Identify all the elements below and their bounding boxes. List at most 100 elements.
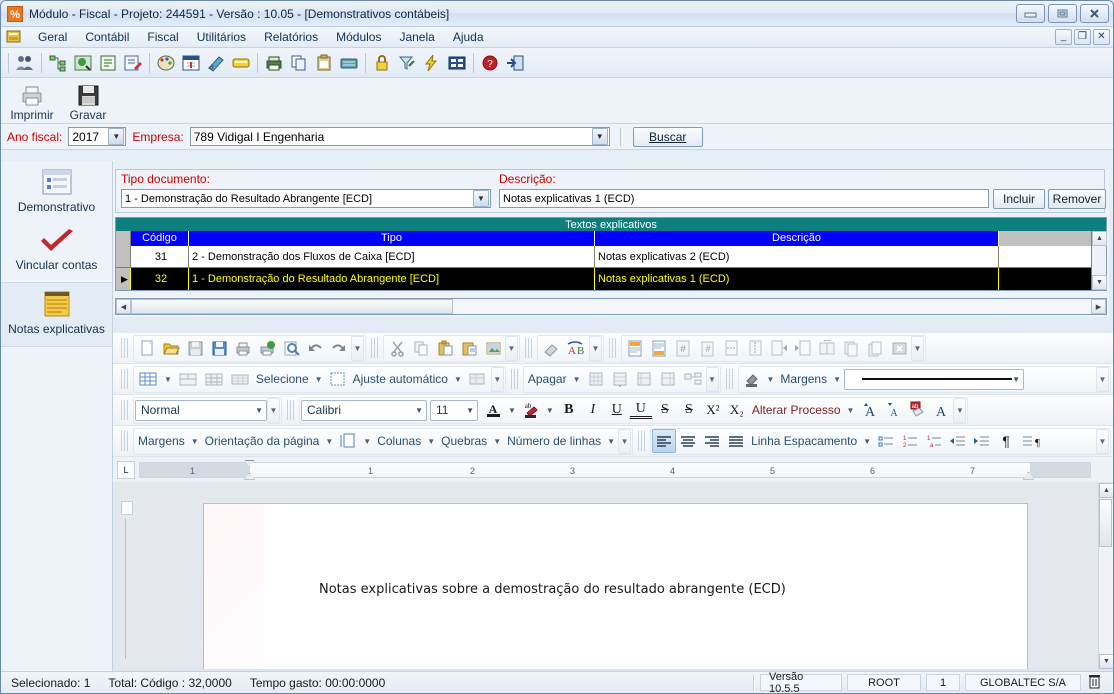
go-to-header-icon[interactable] (839, 336, 863, 360)
shading-icon[interactable] (740, 367, 764, 391)
split-table-icon[interactable] (680, 367, 706, 391)
column-break-icon[interactable] (743, 336, 767, 360)
chevron-down-icon[interactable]: ▼ (830, 375, 844, 384)
font-color-icon[interactable]: A (481, 398, 505, 422)
new-document-icon[interactable] (135, 336, 159, 360)
ribbon-grip[interactable] (638, 431, 646, 451)
cut-icon[interactable] (385, 336, 409, 360)
bold-button[interactable]: B (557, 398, 581, 422)
paragraph-style-select[interactable]: Normal ▼ (135, 399, 267, 421)
print-preview-icon[interactable] (279, 336, 303, 360)
chevron-down-icon[interactable]: ▼ (108, 128, 125, 145)
system-menu-icon[interactable] (5, 29, 23, 45)
insert-row-above-icon[interactable] (608, 367, 632, 391)
chevron-down-icon[interactable]: ▼ (1012, 370, 1020, 389)
menu-item-geral[interactable]: Geral (29, 28, 76, 46)
scroll-thumb[interactable] (131, 299, 453, 314)
filter-icon[interactable] (395, 51, 419, 75)
chevron-down-icon[interactable]: ▼ (604, 437, 618, 446)
insert-table-icon[interactable] (135, 367, 161, 391)
descricao-input[interactable]: Notas explicativas 1 (ECD) (499, 189, 989, 208)
close-header-icon[interactable] (887, 336, 911, 360)
decrease-indent-icon[interactable] (946, 429, 970, 453)
line-style-select[interactable]: ▼ (844, 368, 1025, 390)
map-globe-icon[interactable] (71, 51, 95, 75)
chevron-down-icon[interactable]: ▼ (255, 401, 263, 420)
double-underline-button[interactable]: U (628, 401, 653, 419)
scroll-down-button[interactable]: ▼ (1099, 654, 1113, 669)
footer-icon[interactable] (647, 336, 671, 360)
prev-section-icon[interactable] (791, 336, 815, 360)
document-edit-icon[interactable] (121, 51, 145, 75)
menu-item-modulos[interactable]: Módulos (327, 28, 390, 46)
margens-border-label[interactable]: Margens (777, 372, 830, 386)
mdi-close-button[interactable]: ✕ (1093, 29, 1110, 45)
column-header-codigo[interactable]: Código (131, 231, 189, 246)
fiscal-year-select[interactable]: 2017 ▼ (68, 127, 127, 146)
numbered-list-icon[interactable]: 12 (898, 429, 922, 453)
font-group-overflow-button[interactable]: ▼ (953, 397, 967, 423)
grid-vertical-scrollbar[interactable]: ▲ ▼ (1091, 231, 1107, 290)
page-count-icon[interactable]: # (695, 336, 719, 360)
ribbon-grip[interactable] (510, 369, 518, 389)
help-icon[interactable]: ? (478, 51, 502, 75)
menu-item-fiscal[interactable]: Fiscal (138, 28, 187, 46)
insert-column-left-icon[interactable] (656, 367, 680, 391)
tipo-documento-select[interactable]: 1 - Demonstração do Resultado Abrangente… (121, 189, 491, 208)
scroll-left-button[interactable]: ◀ (116, 299, 131, 314)
chevron-down-icon[interactable]: ▼ (161, 375, 175, 384)
printer-stack-icon[interactable] (262, 51, 286, 75)
lightning-icon[interactable] (420, 51, 444, 75)
users-icon[interactable] (13, 51, 37, 75)
menu-item-janela[interactable]: Janela (390, 28, 443, 46)
delete-group-overflow-button[interactable]: ▼ (705, 366, 719, 392)
strikethrough-button[interactable]: S (653, 398, 677, 422)
buscar-button[interactable]: Buscar (632, 126, 703, 147)
document-text[interactable]: Notas explicativas sobre a demostração d… (319, 582, 786, 597)
double-strikethrough-button[interactable]: S (677, 398, 701, 422)
ribbon-grip[interactable] (371, 338, 378, 358)
scroll-up-button[interactable]: ▲ (1092, 231, 1107, 246)
sidebar-item-vincular-contas[interactable]: Vincular contas (1, 223, 112, 283)
ribbon-grip[interactable] (121, 400, 128, 420)
eraser-icon[interactable] (539, 336, 563, 360)
document-page[interactable]: Notas explicativas sobre a demostração d… (203, 503, 1028, 669)
grid-horizontal-scrollbar[interactable]: ◀ ▶ (115, 298, 1107, 315)
style-group-overflow-button[interactable]: ▼ (267, 397, 280, 423)
keyboard-icon[interactable] (337, 51, 361, 75)
close-button[interactable] (1080, 4, 1109, 23)
convert-table-icon[interactable] (465, 367, 491, 391)
multilevel-list-icon[interactable]: 1a (922, 429, 946, 453)
ribbon-grip[interactable] (121, 369, 128, 389)
link-previous-icon[interactable] (815, 336, 839, 360)
menu-item-relatorios[interactable]: Relatórios (255, 28, 327, 46)
menu-item-utilitarios[interactable]: Utilitários (188, 28, 255, 46)
scroll-right-button[interactable]: ▶ (1091, 299, 1106, 314)
grid-blue-icon[interactable] (445, 51, 469, 75)
chevron-down-icon[interactable]: ▼ (490, 437, 504, 446)
paragraph-group-overflow-button[interactable]: ▼ (1096, 428, 1109, 454)
paste-icon[interactable] (433, 336, 457, 360)
clipboard-group-overflow-button[interactable]: ▼ (505, 335, 518, 361)
ajuste-automatico-label[interactable]: Ajuste automático (350, 372, 451, 386)
font-size-select[interactable]: 11 ▼ (430, 399, 478, 421)
merge-cells-icon[interactable] (175, 367, 201, 391)
font-family-select[interactable]: Calibri ▼ (301, 399, 427, 421)
yellow-bar-icon[interactable] (229, 51, 253, 75)
page-break-icon[interactable] (719, 336, 743, 360)
chevron-down-icon[interactable]: ▼ (451, 375, 465, 384)
minimize-button[interactable] (1016, 4, 1045, 23)
orientacao-pagina-label[interactable]: Orientação da página (202, 434, 323, 448)
chevron-down-icon[interactable]: ▼ (466, 401, 474, 420)
scroll-up-button[interactable]: ▲ (1099, 483, 1113, 498)
subscript-button[interactable]: X₂ (725, 398, 749, 422)
restore-button[interactable] (1048, 4, 1077, 23)
bullet-list-icon[interactable] (874, 429, 898, 453)
proofing-group-overflow-button[interactable]: ▼ (589, 335, 602, 361)
chevron-down-icon[interactable]: ▼ (505, 406, 519, 415)
chevron-down-icon[interactable]: ▼ (322, 437, 336, 446)
grow-font-icon[interactable]: A (857, 398, 881, 422)
numero-linhas-label[interactable]: Número de linhas (504, 434, 604, 448)
menu-item-ajuda[interactable]: Ajuda (444, 28, 493, 46)
borders-group-overflow-button[interactable]: ▼ (1096, 366, 1109, 392)
